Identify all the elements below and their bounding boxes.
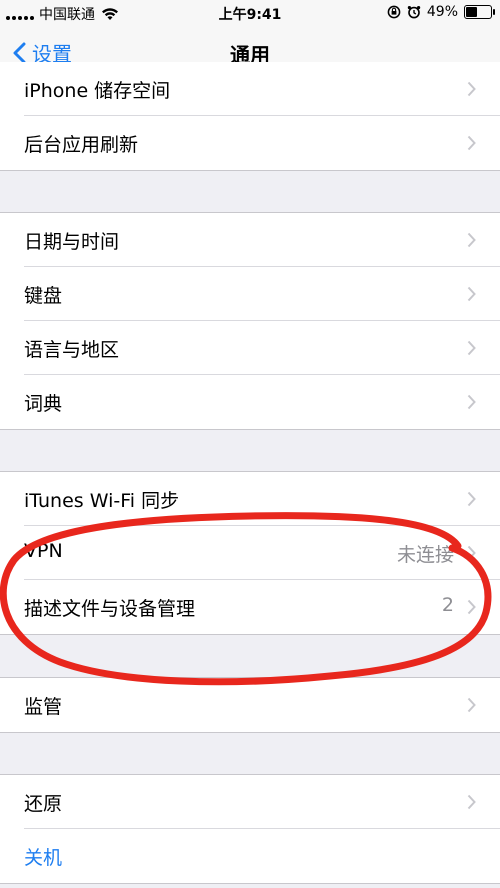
list-item-label: 还原	[24, 793, 63, 815]
list-item-label: VPN	[24, 540, 63, 562]
shutdown-label: 关机	[24, 847, 63, 869]
profiles-count-value: 2	[441, 594, 454, 616]
list-item-itunes-wifi-sync[interactable]: iTunes Wi-Fi 同步	[0, 472, 500, 526]
list-item-label: 描述文件与设备管理	[24, 598, 196, 620]
list-item-keyboard[interactable]: 键盘	[0, 267, 500, 321]
battery-icon	[464, 5, 495, 19]
status-right: 49%	[387, 4, 495, 20]
list-item-iphone-storage[interactable]: iPhone 储存空间	[0, 62, 500, 116]
list-item-supervision[interactable]: 监管	[0, 678, 500, 732]
list-item-reset[interactable]: 还原	[0, 775, 500, 829]
list-item-profiles-device-management[interactable]: 描述文件与设备管理 2	[0, 580, 500, 634]
list-item-label: 键盘	[24, 285, 63, 307]
chevron-right-icon	[467, 599, 476, 615]
list-item-vpn[interactable]: VPN 未连接	[0, 526, 500, 580]
alarm-icon	[407, 6, 421, 19]
battery-percent: 49%	[426, 4, 458, 20]
list-item-label: iTunes Wi-Fi 同步	[24, 490, 180, 512]
list-item-label: 监管	[24, 696, 63, 718]
chevron-right-icon	[467, 491, 476, 507]
chevron-right-icon	[467, 340, 476, 356]
list-item-date-time[interactable]: 日期与时间	[0, 213, 500, 267]
chevron-right-icon	[467, 697, 476, 713]
chevron-right-icon	[467, 545, 476, 561]
list-item-label: iPhone 储存空间	[24, 80, 171, 102]
list-item-label: 语言与地区	[24, 339, 120, 361]
list-item-dictionary[interactable]: 词典	[0, 375, 500, 429]
chevron-right-icon	[467, 135, 476, 151]
rotation-lock-icon	[387, 5, 401, 19]
vpn-status-value: 未连接	[396, 544, 454, 566]
chevron-right-icon	[467, 286, 476, 302]
chevron-right-icon	[467, 794, 476, 810]
chevron-right-icon	[467, 394, 476, 410]
list-item-label: 日期与时间	[24, 231, 120, 253]
status-bar: 中国联通 上午9:41 49%	[0, 0, 500, 27]
chevron-right-icon	[467, 81, 476, 97]
list-item-label: 后台应用刷新	[24, 134, 139, 156]
battery-fill	[466, 7, 477, 17]
chevron-right-icon	[467, 232, 476, 248]
list-item-background-refresh[interactable]: 后台应用刷新	[0, 116, 500, 170]
list-item-language-region[interactable]: 语言与地区	[0, 321, 500, 375]
list-item-label: 词典	[24, 393, 63, 415]
shutdown-button[interactable]: 关机	[0, 829, 500, 883]
